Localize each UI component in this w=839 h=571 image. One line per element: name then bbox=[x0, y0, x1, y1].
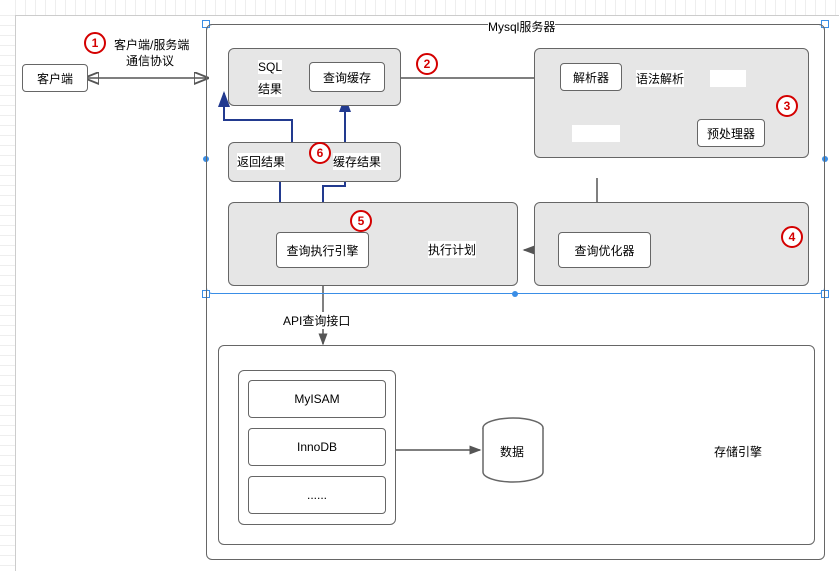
optimizer-box[interactable]: 查询优化器 bbox=[558, 232, 651, 268]
exec-plan: 执行计划 bbox=[428, 241, 476, 258]
query-cache-box[interactable]: 查询缓存 bbox=[309, 62, 385, 92]
ruler-vertical bbox=[0, 15, 16, 571]
num-4: 4 bbox=[781, 226, 803, 248]
client-box[interactable]: 客户端 bbox=[22, 64, 88, 92]
num-1: 1 bbox=[84, 32, 106, 54]
others[interactable]: ...... bbox=[248, 476, 386, 514]
sql-label: SQL bbox=[258, 60, 282, 74]
cache-result: 缓存结果 bbox=[333, 153, 381, 170]
parse-tree: 解析树 bbox=[710, 70, 746, 87]
parser-box[interactable]: 解析器 bbox=[560, 63, 622, 91]
ruler-horizontal bbox=[15, 0, 839, 16]
num-2: 2 bbox=[416, 53, 438, 75]
api-label: API查询接口 bbox=[283, 312, 350, 329]
num-5: 5 bbox=[350, 210, 372, 232]
new-parse-tree: 新解析树 bbox=[572, 125, 620, 142]
exec-engine[interactable]: 查询执行引擎 bbox=[276, 232, 369, 268]
result-label: 结果 bbox=[258, 80, 282, 97]
grammar-label: 语法解析 bbox=[636, 70, 684, 87]
preprocessor-box[interactable]: 预处理器 bbox=[697, 119, 765, 147]
database-label: 数据 bbox=[500, 443, 524, 460]
ruler-corner bbox=[0, 0, 16, 16]
num-6: 6 bbox=[309, 142, 331, 164]
myisam[interactable]: MyISAM bbox=[248, 380, 386, 418]
num-3: 3 bbox=[776, 95, 798, 117]
storage-label: 存储引擎 bbox=[714, 443, 762, 460]
protocol-l1: 客户端/服务端 bbox=[114, 36, 189, 53]
protocol-l2: 通信协议 bbox=[126, 52, 174, 69]
return-result: 返回结果 bbox=[237, 153, 285, 170]
innodb[interactable]: InnoDB bbox=[248, 428, 386, 466]
mysql-title: Mysql服务器 bbox=[488, 18, 555, 35]
